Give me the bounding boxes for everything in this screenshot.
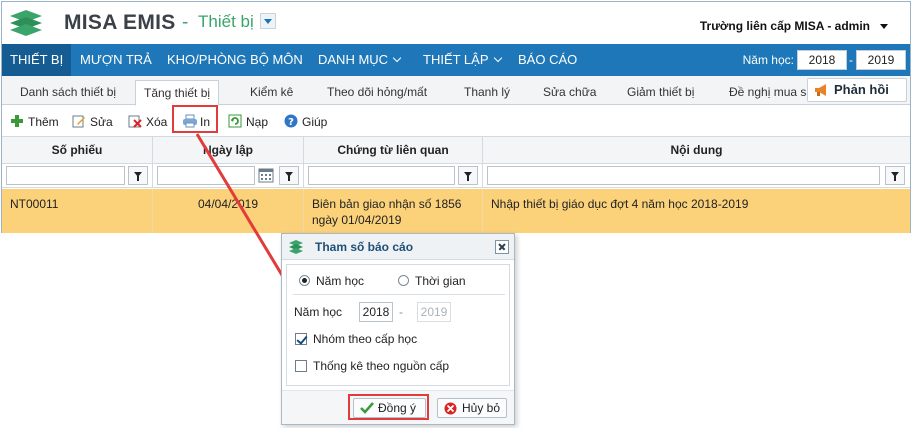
print-button-highlight xyxy=(172,105,218,133)
cell-chung-tu: Biên bản giao nhận số 1856 ngày 01/04/20… xyxy=(304,189,483,233)
school-user-label[interactable]: Trường liên cấp MISA - admin xyxy=(700,19,870,33)
school-year-to-input[interactable]: 2019 xyxy=(856,50,906,70)
radio-time[interactable] xyxy=(398,275,409,286)
tab-tang-thiet-bi[interactable]: Tăng thiết bị xyxy=(135,80,220,106)
tab-danh-sach-thiet-bi[interactable]: Danh sách thiết bị xyxy=(12,80,124,105)
help-icon: ? xyxy=(284,114,298,128)
dialog-title: Tham số báo cáo xyxy=(315,240,414,254)
tab-bar: Danh sách thiết bị Tăng thiết bị Kiểm kê… xyxy=(2,76,910,106)
misa-logo-icon xyxy=(289,240,303,254)
column-header-so-phieu[interactable]: Số phiếu xyxy=(2,137,153,164)
divider xyxy=(293,294,505,295)
group-by-level-checkbox[interactable] xyxy=(295,333,307,345)
menu-item-muon-tra[interactable]: MƯỢN TRẢ xyxy=(72,44,160,76)
refresh-icon xyxy=(228,114,242,128)
menu-item-bao-cao[interactable]: BÁO CÁO xyxy=(510,44,585,76)
radio-school-year-label[interactable]: Năm học xyxy=(316,274,364,288)
tab-kiem-ke[interactable]: Kiểm kê xyxy=(242,80,301,105)
radio-time-label[interactable]: Thời gian xyxy=(415,274,466,288)
stat-by-source-checkbox[interactable] xyxy=(295,360,307,372)
filter-icon[interactable] xyxy=(885,166,905,185)
filter-icon[interactable] xyxy=(458,166,478,185)
table-row[interactable]: NT00011 04/04/2019 Biên bản giao nhận số… xyxy=(2,189,910,233)
edit-button[interactable]: Sửa xyxy=(72,112,113,132)
menu-item-thiet-bi[interactable]: THIẾT BỊ xyxy=(2,44,72,76)
tab-theo-doi-hong-mat[interactable]: Theo dõi hỏng/mất xyxy=(319,80,435,105)
calendar-icon[interactable] xyxy=(258,167,274,183)
plus-icon xyxy=(11,115,23,127)
dialog-body: Năm học Thời gian Năm học 2018 - 2019 Nh… xyxy=(286,264,510,386)
year-dash: - xyxy=(399,305,403,319)
cancel-icon xyxy=(444,402,457,415)
main-menu: THIẾT BỊ MƯỢN TRẢ KHO/PHÒNG BỘ MÔN DANH … xyxy=(2,44,910,76)
tab-giam-thiet-bi[interactable]: Giảm thiết bị xyxy=(619,80,702,105)
column-header-ngay-lap[interactable]: Ngày lập xyxy=(153,137,304,164)
column-header-chung-tu[interactable]: Chứng từ liên quan xyxy=(304,137,483,164)
brand-separator: - xyxy=(182,12,189,33)
filter-chung-tu-input[interactable] xyxy=(308,166,455,185)
tab-sua-chua[interactable]: Sửa chữa xyxy=(535,80,604,105)
cell-noi-dung: Nhập thiết bị giáo dục đợt 4 năm học 201… xyxy=(491,197,749,211)
school-year-label: Năm học: xyxy=(742,53,794,67)
dialog-title-bar[interactable]: Tham số báo cáo xyxy=(282,234,514,260)
megaphone-icon xyxy=(815,84,826,96)
delete-button[interactable]: Xóa xyxy=(128,112,167,132)
brand-name: MISA EMIS xyxy=(64,11,176,34)
caret-down-icon[interactable] xyxy=(880,24,888,29)
app-header: MISA EMIS - Thiết bị Trường liên cấp MIS… xyxy=(2,2,910,44)
cancel-button[interactable]: Hủy bỏ xyxy=(437,398,507,418)
filter-icon[interactable] xyxy=(128,166,148,185)
filter-row xyxy=(2,164,910,188)
menu-item-danh-muc[interactable]: DANH MỤC xyxy=(310,44,408,76)
year-field-label: Năm học xyxy=(294,305,343,319)
filter-ngay-lap-input[interactable] xyxy=(157,166,255,185)
misa-logo-icon xyxy=(10,10,42,36)
chevron-down-icon xyxy=(493,53,502,63)
feedback-button[interactable]: Phản hồi xyxy=(807,78,907,102)
stat-by-source-label[interactable]: Thống kê theo nguồn cấp xyxy=(313,359,449,373)
filter-noi-dung-input[interactable] xyxy=(487,166,880,185)
radio-school-year[interactable] xyxy=(299,275,310,286)
cell-so-phieu: NT00011 xyxy=(2,189,153,233)
filter-icon[interactable] xyxy=(279,166,299,185)
grid-header: Số phiếu Ngày lập Chứng từ liên quan Nội… xyxy=(2,136,910,164)
load-button[interactable]: Nạp xyxy=(228,112,268,132)
module-dropdown-button[interactable] xyxy=(260,13,276,29)
school-year-from-input[interactable]: 2018 xyxy=(797,50,847,70)
svg-text:?: ? xyxy=(288,117,294,128)
toolbar: Thêm Sửa Xóa In Nạp ? Giúp xyxy=(2,106,910,136)
group-by-level-label[interactable]: Nhóm theo cấp học xyxy=(313,332,417,346)
chevron-down-icon xyxy=(392,53,402,63)
year-dash: - xyxy=(849,53,853,67)
close-icon[interactable] xyxy=(495,240,509,254)
menu-item-kho-phong[interactable]: KHO/PHÒNG BỘ MÔN xyxy=(159,44,311,76)
menu-item-thiet-lap[interactable]: THIẾT LẬP xyxy=(415,44,509,76)
year-to-input: 2019 xyxy=(417,302,451,322)
app-window: MISA EMIS - Thiết bị Trường liên cấp MIS… xyxy=(1,1,911,233)
ok-button-highlight xyxy=(348,394,429,420)
help-button[interactable]: ? Giúp xyxy=(284,112,327,132)
pencil-edit-icon xyxy=(72,115,85,128)
tab-thanh-ly[interactable]: Thanh lý xyxy=(456,80,518,105)
cell-ngay-lap: 04/04/2019 xyxy=(153,189,304,233)
filter-so-phieu-input[interactable] xyxy=(6,166,125,185)
delete-x-icon xyxy=(128,115,142,128)
add-button[interactable]: Thêm xyxy=(10,112,59,132)
column-header-noi-dung[interactable]: Nội dung xyxy=(483,137,910,164)
module-name: Thiết bị xyxy=(198,12,254,31)
year-from-input[interactable]: 2018 xyxy=(359,302,393,322)
